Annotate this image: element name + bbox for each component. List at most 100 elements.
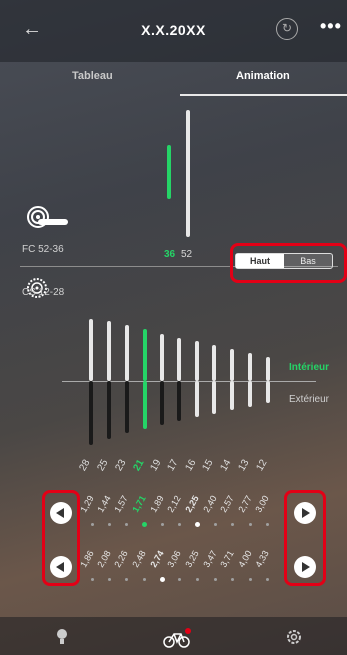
ratio-dot (266, 578, 269, 581)
sprocket-bar-top (248, 353, 252, 381)
sprocket-label: 16 (183, 457, 199, 473)
ratio-value: 2,12 (165, 493, 183, 514)
inner-label: Intérieur (289, 362, 330, 373)
ratio-dot (108, 523, 111, 526)
cassette-label: CS 12-28 (22, 287, 65, 298)
sprocket-label: 19 (148, 457, 164, 473)
toggle-highlight (230, 243, 347, 283)
sprocket-bar-top (107, 321, 111, 381)
arrow-left-circle-icon[interactable] (50, 502, 72, 524)
sprocket-label: 23 (113, 457, 129, 473)
sprocket-bar-bottom (160, 381, 164, 425)
sprocket-baseline (62, 381, 316, 382)
ratio-dot (214, 523, 217, 526)
ratio-value: 4,33 (253, 548, 271, 569)
ratio-value: 2,40 (201, 493, 219, 514)
sprocket-bar-top (143, 329, 147, 381)
ratio-dot (266, 523, 269, 526)
sprocket-bar-bottom (177, 381, 181, 421)
ratio-value: 3,25 (183, 548, 201, 569)
sprocket-bar-top (89, 319, 93, 381)
ratio-dot (214, 578, 217, 581)
ratio-dot (249, 578, 252, 581)
sprocket-bar-top (195, 341, 199, 381)
ratio-dot (91, 523, 94, 526)
ratio-value: 1,86 (78, 548, 96, 569)
chainring-36-label: 36 (164, 249, 176, 260)
ratio-dot (195, 522, 200, 527)
bottom-nav (0, 617, 347, 655)
sprocket-bar-bottom (195, 381, 199, 417)
sprocket-bar-bottom (143, 381, 147, 429)
ratio-value: 1,71 (130, 493, 148, 514)
ratio-dot (91, 578, 94, 581)
arrow-right-circle-icon[interactable] (294, 502, 316, 524)
arrow-left-circle-icon[interactable] (50, 556, 72, 578)
tab-bar: Tableau Animation (0, 62, 347, 96)
ratio-dot (178, 523, 181, 526)
ratio-dot (231, 578, 234, 581)
sprocket-bar-bottom (212, 381, 216, 414)
ratio-value: 1,29 (78, 493, 96, 514)
ratio-dot (143, 578, 146, 581)
sprocket-label: 15 (200, 457, 216, 473)
sprocket-bar-top (125, 325, 129, 381)
ratio-value: 3,00 (253, 493, 271, 514)
ratio-dot (161, 523, 164, 526)
sprocket-bar-bottom (107, 381, 111, 439)
tab-animation[interactable]: Animation (236, 70, 290, 82)
ratio-dot (125, 523, 128, 526)
ratio-value: 1,57 (112, 493, 130, 514)
bulb-icon[interactable] (56, 628, 68, 646)
gear-icon[interactable] (285, 628, 303, 646)
sprocket-label: 12 (254, 457, 270, 473)
sprocket-bar-bottom (266, 381, 270, 403)
sprocket-label: 25 (95, 457, 111, 473)
active-tab-indicator (180, 94, 347, 96)
sprocket-label: 14 (218, 457, 234, 473)
outer-label: Extérieur (289, 394, 330, 405)
ratio-value: 3,71 (218, 548, 236, 569)
bike-icon[interactable] (163, 628, 191, 648)
ratio-dot (178, 578, 181, 581)
ratio-value: 3,06 (165, 548, 183, 569)
ratio-value: 2,77 (236, 493, 254, 514)
ratio-value: 2,57 (218, 493, 236, 514)
sprocket-bar-top (212, 345, 216, 381)
ratio-value: 3,47 (201, 548, 219, 569)
ratio-value: 4,00 (236, 548, 254, 569)
ratio-dot (231, 523, 234, 526)
ratio-dot (142, 522, 147, 527)
chainring-52-bar (186, 110, 190, 237)
ratio-value: 1,44 (95, 493, 113, 514)
sprocket-label: 28 (77, 457, 93, 473)
ratio-value: 2,48 (130, 548, 148, 569)
sprocket-bar-top (177, 338, 181, 381)
sprocket-label: 13 (236, 457, 252, 473)
tab-tableau[interactable]: Tableau (72, 70, 113, 82)
ratio-dot (249, 523, 252, 526)
history-icon[interactable]: ↻ (276, 18, 298, 40)
sprocket-bar-bottom (89, 381, 93, 445)
ratio-value: 2,74 (148, 548, 166, 569)
app-header: ← X.X.20XX ↻ ••• (0, 0, 347, 62)
ratio-dot (108, 578, 111, 581)
ratio-dot (160, 577, 165, 582)
ratio-value: 2,08 (95, 548, 113, 569)
more-icon[interactable]: ••• (320, 16, 342, 37)
chainring-52-label: 52 (181, 249, 193, 260)
ratio-dot (125, 578, 128, 581)
crankset-label: FC 52-36 (22, 244, 64, 255)
chainring-36-bar (167, 145, 171, 199)
sprocket-label: 21 (131, 457, 147, 473)
sprocket-bar-top (230, 349, 234, 381)
ratio-value: 1,89 (148, 493, 166, 514)
sprocket-bar-bottom (125, 381, 129, 433)
sprocket-bar-bottom (248, 381, 252, 407)
ratio-value: 2,25 (183, 493, 201, 514)
sprocket-label: 17 (165, 457, 181, 473)
crankset-icon (27, 206, 68, 228)
arrow-right-circle-icon[interactable] (294, 556, 316, 578)
sprocket-bar-top (266, 357, 270, 381)
sprocket-bar-bottom (230, 381, 234, 410)
